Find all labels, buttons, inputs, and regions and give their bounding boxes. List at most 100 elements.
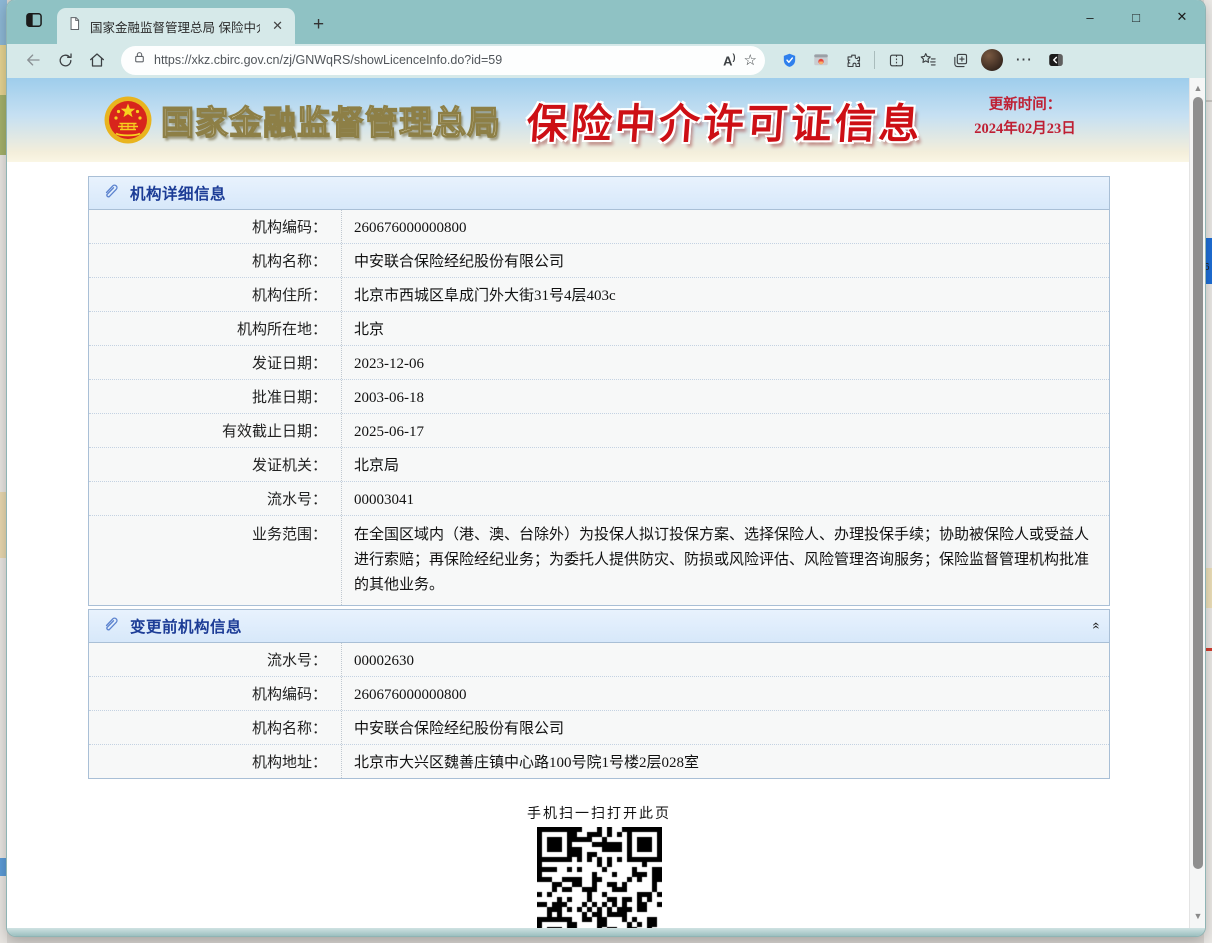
row-value: 00003041 (341, 482, 1109, 515)
row-value: 00002630 (341, 643, 1109, 676)
table-row: 机构住所： 北京市西城区阜成门外大街31号4层403c (89, 278, 1109, 312)
row-value: 2003-06-18 (341, 380, 1109, 413)
home-button[interactable] (83, 47, 111, 73)
row-label: 机构住所： (89, 278, 341, 311)
row-label: 发证机关： (89, 448, 341, 481)
table-row: 发证机关： 北京局 (89, 448, 1109, 482)
web-page: 国家金融监督管理总局 保险中介许可证信息 更新时间： 2024年02月23日 机… (7, 78, 1205, 928)
background-document-fragment (0, 492, 7, 558)
url-text: https://xkz.cbirc.gov.cn/zj/GNWqRS/showL… (154, 53, 715, 67)
minimize-button[interactable]: – (1067, 0, 1113, 34)
page-banner: 国家金融监督管理总局 保险中介许可证信息 更新时间： 2024年02月23日 (7, 78, 1205, 162)
row-label: 流水号： (89, 482, 341, 515)
row-value: 260676000000800 (341, 677, 1109, 710)
row-label: 流水号： (89, 643, 341, 676)
window-bottom-frame (7, 928, 1205, 936)
section-header: 变更前机构信息 « (89, 610, 1109, 643)
background-document-fragment (1204, 648, 1212, 651)
row-value: 北京 (341, 312, 1109, 345)
table-row: 批准日期： 2003-06-18 (89, 380, 1109, 414)
row-value: 260676000000800 (341, 210, 1109, 243)
section-title: 变更前机构信息 (130, 615, 242, 637)
row-value: 北京市大兴区魏善庄镇中心路100号院1号楼2层028室 (341, 745, 1109, 778)
section-title: 机构详细信息 (130, 182, 226, 204)
background-window-sliver-right: 6 (1204, 0, 1212, 943)
row-value: 北京局 (341, 448, 1109, 481)
update-time-label: 更新时间： (945, 94, 1105, 118)
browser-tab[interactable]: 国家金融监督管理总局 保险中介 ✕ (57, 8, 295, 44)
background-document-fragment (1204, 100, 1212, 102)
row-label: 机构编码： (89, 677, 341, 710)
background-window-sliver-left (0, 0, 7, 943)
table-row: 流水号： 00003041 (89, 482, 1109, 516)
title-bar: 国家金融监督管理总局 保险中介 ✕ + – □ ✕ (7, 0, 1205, 44)
close-button[interactable]: ✕ (1159, 0, 1205, 34)
row-value: 在全国区域内（港、澳、台除外）为投保人拟订投保方案、选择保险人、办理投保手续；协… (341, 516, 1109, 605)
lock-icon (133, 51, 146, 69)
page-scrollbar[interactable]: ▲ ▼ (1189, 78, 1205, 928)
maximize-button[interactable]: □ (1113, 0, 1159, 34)
toolbar-divider (874, 51, 875, 69)
national-emblem-icon (103, 95, 153, 145)
extensions-button[interactable] (839, 47, 867, 73)
tab-actions-button[interactable] (17, 5, 51, 39)
read-aloud-icon[interactable]: A) (723, 52, 735, 68)
paperclip-icon (101, 181, 120, 205)
row-value: 北京市西城区阜成门外大街31号4层403c (341, 278, 1109, 311)
page-document-icon (67, 16, 82, 36)
security-extension-button[interactable] (775, 47, 803, 73)
sidebar-toggle-button[interactable] (1042, 47, 1070, 73)
collections-icon (952, 52, 969, 69)
settings-menu-button[interactable]: ⋯ (1010, 47, 1038, 73)
tab-close-icon[interactable]: ✕ (268, 17, 287, 35)
site-name: 国家金融监督管理总局 (161, 96, 501, 144)
browser-essentials-button[interactable] (807, 47, 835, 73)
row-label: 机构名称： (89, 711, 341, 744)
favorites-button[interactable] (914, 47, 942, 73)
new-tab-button[interactable]: + (305, 14, 332, 36)
qr-code (537, 827, 662, 928)
tab-title: 国家金融监督管理总局 保险中介 (90, 17, 260, 36)
favorite-star-icon[interactable]: ☆ (744, 51, 757, 69)
license-info-tables: 机构详细信息 机构编码： 260676000000800 机构名称： 中安联合保… (88, 176, 1110, 779)
row-value: 中安联合保险经纪股份有限公司 (341, 711, 1109, 744)
row-label: 有效截止日期： (89, 414, 341, 447)
window-controls: – □ ✕ (1067, 0, 1205, 34)
collapse-chevron-icon[interactable]: « (1088, 622, 1103, 630)
browser-window: 国家金融监督管理总局 保险中介 ✕ + – □ ✕ https://xkz.cb… (7, 0, 1205, 936)
table-row: 机构名称： 中安联合保险经纪股份有限公司 (89, 244, 1109, 278)
back-arrow-icon (24, 51, 42, 69)
section-org-detail: 机构详细信息 机构编码： 260676000000800 机构名称： 中安联合保… (88, 176, 1110, 606)
background-document-fragment (1204, 568, 1212, 608)
navigation-toolbar: https://xkz.cbirc.gov.cn/zj/GNWqRS/showL… (7, 44, 1205, 78)
star-list-icon (919, 51, 937, 69)
profile-button[interactable] (978, 47, 1006, 73)
tab-layout-icon (24, 10, 44, 35)
scroll-down-arrow-icon[interactable]: ▼ (1190, 908, 1205, 924)
row-label: 批准日期： (89, 380, 341, 413)
table-row: 发证日期： 2023-12-06 (89, 346, 1109, 380)
scrollbar-thumb[interactable] (1193, 97, 1203, 869)
refresh-icon (57, 52, 74, 69)
scroll-up-arrow-icon[interactable]: ▲ (1190, 80, 1205, 96)
table-row: 机构地址： 北京市大兴区魏善庄镇中心路100号院1号楼2层028室 (89, 745, 1109, 778)
update-time-date: 2024年02月23日 (945, 118, 1105, 142)
collections-button[interactable] (946, 47, 974, 73)
table-row-business-scope: 业务范围： 在全国区域内（港、澳、台除外）为投保人拟订投保方案、选择保险人、办理… (89, 516, 1109, 605)
row-label: 机构编码： (89, 210, 341, 243)
profile-avatar (981, 49, 1003, 71)
back-button[interactable] (19, 47, 47, 73)
split-screen-icon (888, 52, 905, 69)
wallpaper-fragment (0, 95, 7, 155)
split-screen-button[interactable] (882, 47, 910, 73)
table-row: 有效截止日期： 2025-06-17 (89, 414, 1109, 448)
table-row: 流水号： 00002630 (89, 643, 1109, 677)
address-bar[interactable]: https://xkz.cbirc.gov.cn/zj/GNWqRS/showL… (121, 46, 765, 75)
puzzle-icon (845, 52, 862, 69)
refresh-button[interactable] (51, 47, 79, 73)
background-selected-cell-fragment (1204, 238, 1212, 284)
browser-essentials-icon (812, 51, 830, 69)
row-label: 机构名称： (89, 244, 341, 277)
section-pre-change-info: 变更前机构信息 « 流水号： 00002630 机构编码： 2606760000… (88, 609, 1110, 779)
background-document-fragment (0, 858, 7, 876)
